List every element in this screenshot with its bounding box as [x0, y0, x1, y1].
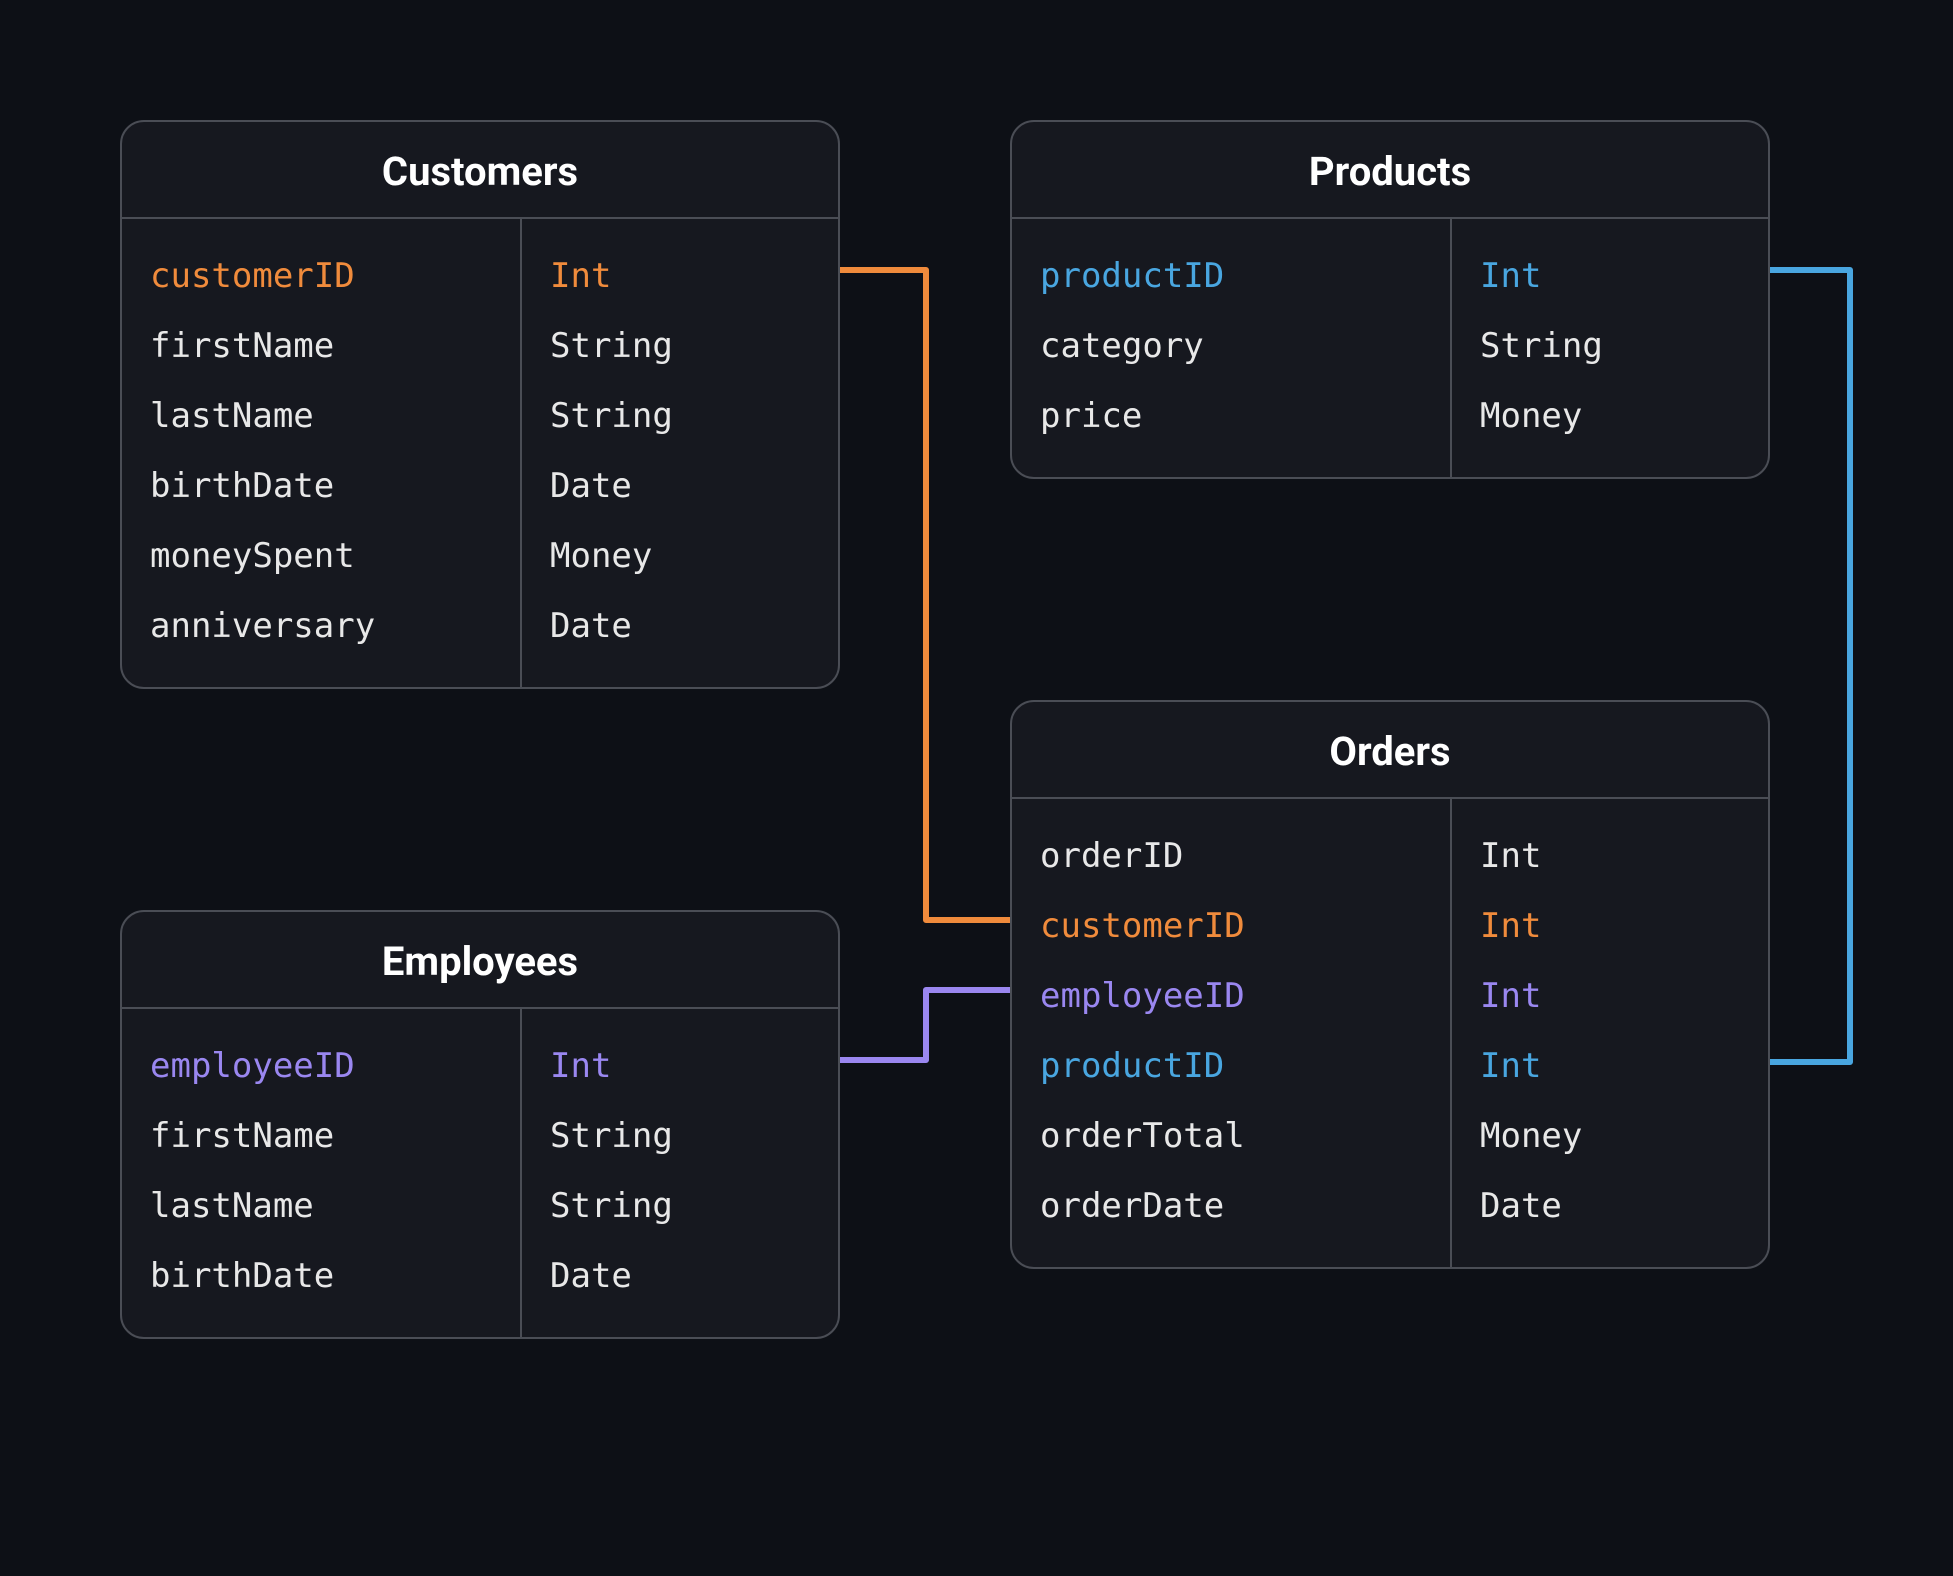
field-name: moneySpent	[150, 521, 492, 591]
field-name: productID	[1040, 1031, 1422, 1101]
field-type: Int	[1480, 891, 1740, 961]
field-name: category	[1040, 311, 1422, 381]
field-name: firstName	[150, 1101, 492, 1171]
field-type: Date	[1480, 1171, 1740, 1241]
field-names-column: customerID firstName lastName birthDate …	[122, 219, 522, 687]
field-names-column: orderID customerID employeeID productID …	[1012, 799, 1452, 1267]
field-name: price	[1040, 381, 1422, 451]
field-type: Int	[550, 241, 810, 311]
field-type: Int	[1480, 241, 1740, 311]
table-orders: Orders orderID customerID employeeID pro…	[1010, 700, 1770, 1269]
field-type: Money	[1480, 1101, 1740, 1171]
field-name: employeeID	[150, 1031, 492, 1101]
table-title: Orders	[1012, 702, 1768, 799]
connector-customers-orders	[840, 270, 1010, 920]
field-types-column: Int Int Int Int Money Date	[1452, 799, 1768, 1267]
field-type: String	[550, 1101, 810, 1171]
field-name: orderID	[1040, 821, 1422, 891]
table-body: productID category price Int String Mone…	[1012, 219, 1768, 477]
field-name: anniversary	[150, 591, 492, 661]
field-name: birthDate	[150, 1241, 492, 1311]
field-name: lastName	[150, 381, 492, 451]
field-type: Date	[550, 591, 810, 661]
field-names-column: productID category price	[1012, 219, 1452, 477]
table-employees: Employees employeeID firstName lastName …	[120, 910, 840, 1339]
field-type: String	[550, 381, 810, 451]
field-type: Int	[1480, 961, 1740, 1031]
field-types-column: Int String String Date	[522, 1009, 838, 1337]
table-products: Products productID category price Int St…	[1010, 120, 1770, 479]
field-type: Date	[550, 1241, 810, 1311]
table-customers: Customers customerID firstName lastName …	[120, 120, 840, 689]
field-type: Int	[1480, 1031, 1740, 1101]
field-type: Money	[1480, 381, 1740, 451]
field-type: String	[550, 1171, 810, 1241]
field-name: customerID	[150, 241, 492, 311]
field-name: employeeID	[1040, 961, 1422, 1031]
field-types-column: Int String String Date Money Date	[522, 219, 838, 687]
field-name: firstName	[150, 311, 492, 381]
field-name: orderDate	[1040, 1171, 1422, 1241]
table-body: orderID customerID employeeID productID …	[1012, 799, 1768, 1267]
field-types-column: Int String Money	[1452, 219, 1768, 477]
table-body: customerID firstName lastName birthDate …	[122, 219, 838, 687]
field-type: String	[550, 311, 810, 381]
field-name: customerID	[1040, 891, 1422, 961]
er-diagram-canvas: Customers customerID firstName lastName …	[0, 0, 1953, 1576]
table-body: employeeID firstName lastName birthDate …	[122, 1009, 838, 1337]
connector-products-orders	[1770, 270, 1850, 1062]
field-names-column: employeeID firstName lastName birthDate	[122, 1009, 522, 1337]
field-type: Int	[1480, 821, 1740, 891]
field-name: birthDate	[150, 451, 492, 521]
table-title: Employees	[122, 912, 838, 1009]
field-type: Money	[550, 521, 810, 591]
connector-employees-orders	[840, 990, 1010, 1060]
field-type: Int	[550, 1031, 810, 1101]
field-name: lastName	[150, 1171, 492, 1241]
field-name: orderTotal	[1040, 1101, 1422, 1171]
table-title: Customers	[122, 122, 838, 219]
table-title: Products	[1012, 122, 1768, 219]
field-type: Date	[550, 451, 810, 521]
field-type: String	[1480, 311, 1740, 381]
field-name: productID	[1040, 241, 1422, 311]
